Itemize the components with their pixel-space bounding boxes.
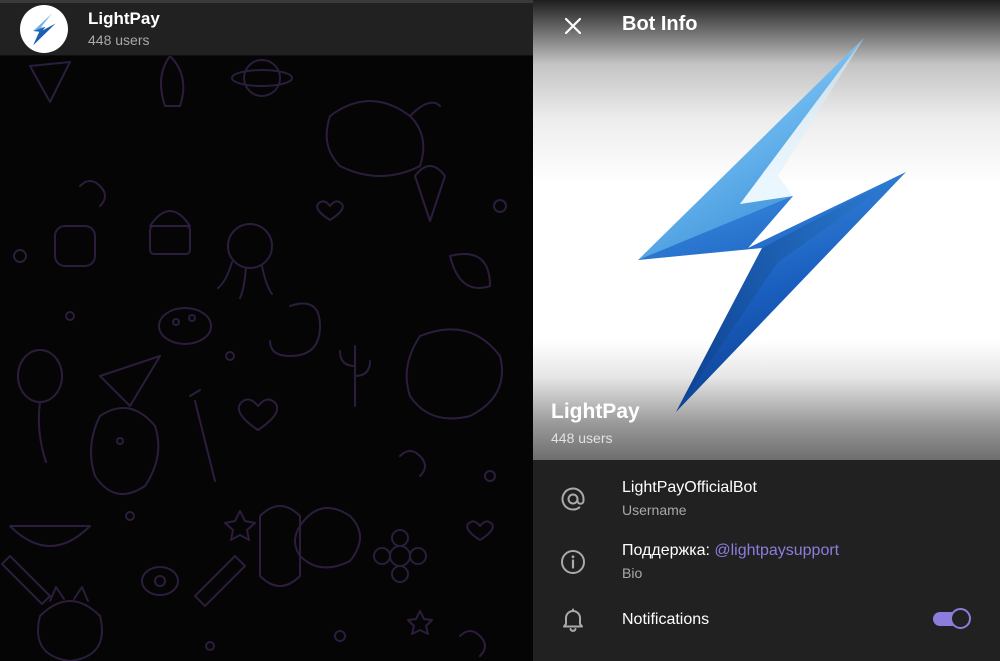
close-icon — [564, 17, 582, 35]
lightning-bolt-icon — [33, 13, 56, 46]
notifications-row[interactable]: Notifications — [533, 598, 1000, 642]
close-button[interactable] — [557, 10, 589, 42]
username-label: Username — [622, 502, 687, 518]
bio-text: Поддержка: @lightpaysupport — [622, 541, 839, 561]
bio-prefix: Поддержка: — [622, 542, 715, 559]
panel-title: Bot Info — [622, 13, 698, 35]
username-value: LightPayOfficialBot — [622, 479, 757, 496]
toggle-knob — [950, 608, 971, 629]
chat-header[interactable]: LightPay 448 users — [0, 0, 533, 56]
profile-member-count: 448 users — [551, 430, 613, 446]
chat-member-count: 448 users — [88, 32, 150, 48]
chat-background-pattern — [1, 56, 507, 661]
lightning-bolt-icon — [638, 38, 906, 412]
bell-icon — [559, 606, 587, 634]
bio-label: Bio — [622, 565, 643, 581]
bot-info-panel: Bot Info LightPay 448 users LightPayOffi… — [533, 0, 1000, 661]
chat-area: LightPay 448 users — [0, 0, 533, 661]
chat-title: LightPay — [88, 9, 160, 28]
notifications-toggle[interactable] — [933, 608, 971, 630]
username-row[interactable]: LightPayOfficialBot Username — [533, 470, 1000, 528]
bio-row[interactable]: Поддержка: @lightpaysupport Bio — [533, 533, 1000, 591]
notifications-label: Notifications — [622, 611, 710, 628]
support-link[interactable]: @lightpaysupport — [714, 542, 839, 559]
info-icon — [559, 548, 587, 576]
profile-photo[interactable]: Bot Info LightPay 448 users — [533, 0, 1000, 460]
at-sign-icon — [559, 485, 587, 513]
profile-name: LightPay — [551, 400, 640, 423]
chat-avatar[interactable] — [20, 5, 68, 53]
